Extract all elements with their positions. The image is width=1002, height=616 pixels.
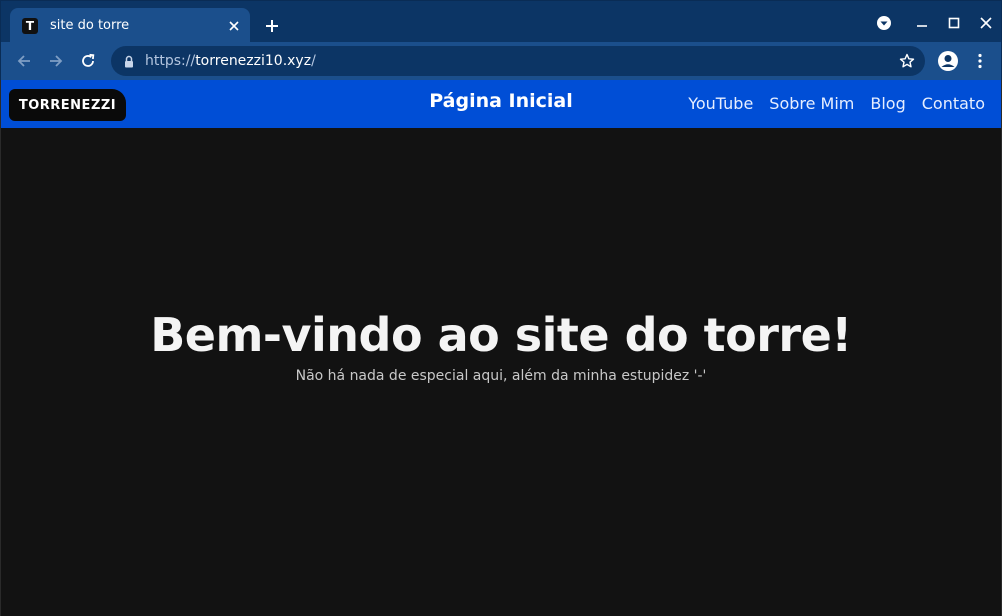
forward-button[interactable] bbox=[42, 47, 70, 75]
logo-text: TORRENEZZI bbox=[18, 97, 117, 113]
minimize-icon[interactable] bbox=[910, 11, 934, 35]
browser-tab-active[interactable]: T site do torre bbox=[10, 8, 250, 43]
nav-link-blog[interactable]: Blog bbox=[870, 94, 905, 113]
kebab-menu-icon[interactable] bbox=[966, 47, 994, 75]
arrow-left-icon bbox=[17, 55, 30, 67]
url-host: torrenezzi10.xyz bbox=[195, 53, 312, 69]
nav-link-sobre-mim[interactable]: Sobre Mim bbox=[769, 94, 854, 113]
nav-link-contato[interactable]: Contato bbox=[922, 94, 985, 113]
back-button[interactable] bbox=[10, 47, 38, 75]
close-window-icon[interactable] bbox=[974, 11, 998, 35]
nav-links: YouTube Sobre Mim Blog Contato bbox=[688, 94, 985, 113]
reload-icon bbox=[82, 53, 95, 67]
star-icon[interactable] bbox=[893, 47, 921, 75]
address-bar[interactable]: https://torrenezzi10.xyz/ bbox=[111, 46, 925, 76]
avatar-icon bbox=[938, 51, 958, 71]
tab-title: site do torre bbox=[50, 18, 130, 33]
lock-icon[interactable] bbox=[123, 54, 135, 68]
url-text[interactable]: https://torrenezzi10.xyz/ bbox=[145, 53, 893, 69]
site-navbar: TORRENEZZI Página Inicial YouTube Sobre … bbox=[1, 80, 1001, 128]
plus-icon[interactable] bbox=[260, 14, 284, 38]
url-scheme: https:// bbox=[145, 53, 196, 69]
hero-subheading: Não há nada de especial aqui, além da mi… bbox=[295, 368, 707, 384]
dropdown-circle-icon[interactable] bbox=[872, 11, 896, 35]
profile-button[interactable] bbox=[934, 47, 962, 75]
maximize-icon[interactable] bbox=[942, 11, 966, 35]
browser-toolbar: https://torrenezzi10.xyz/ bbox=[0, 42, 1002, 80]
page-title: Página Inicial bbox=[429, 90, 573, 112]
arrow-right-icon bbox=[50, 55, 63, 67]
tab-strip: T site do torre bbox=[0, 0, 1002, 43]
site-logo[interactable]: TORRENEZZI bbox=[9, 89, 126, 121]
nav-link-youtube[interactable]: YouTube bbox=[688, 94, 753, 113]
url-path: / bbox=[311, 53, 316, 69]
torrenezzi-favicon-icon: T bbox=[22, 17, 38, 34]
hero-section: Bem-vindo ao site do torre! Não há nada … bbox=[1, 308, 1001, 384]
close-icon[interactable] bbox=[222, 14, 246, 38]
reload-button[interactable] bbox=[74, 47, 102, 75]
hero-heading: Bem-vindo ao site do torre! bbox=[150, 308, 852, 362]
web-page: TORRENEZZI Página Inicial YouTube Sobre … bbox=[0, 80, 1002, 616]
